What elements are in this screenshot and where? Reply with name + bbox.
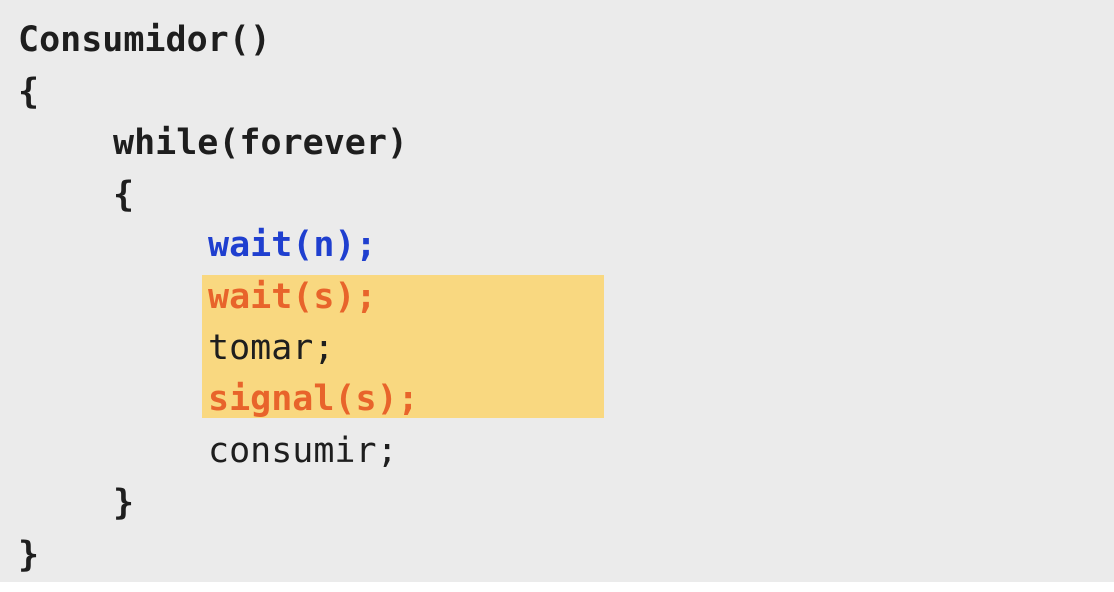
function-signature: Consumidor(): [18, 20, 271, 60]
code-slide-panel: Consumidor() { while(forever) { wait(n);…: [0, 0, 1114, 582]
consumir-statement: consumir;: [208, 431, 398, 471]
inner-close-brace: }: [113, 483, 135, 523]
tomar-statement: tomar;: [208, 328, 335, 368]
outer-open-brace: {: [18, 72, 40, 112]
outer-close-brace: }: [18, 535, 40, 575]
signal-s-statement: signal(s);: [208, 379, 419, 419]
while-statement: while(forever): [113, 123, 409, 163]
wait-n-statement: wait(n);: [208, 225, 377, 265]
inner-open-brace: {: [113, 175, 135, 215]
bottom-margin: [0, 582, 1114, 592]
wait-s-statement: wait(s);: [208, 277, 377, 317]
